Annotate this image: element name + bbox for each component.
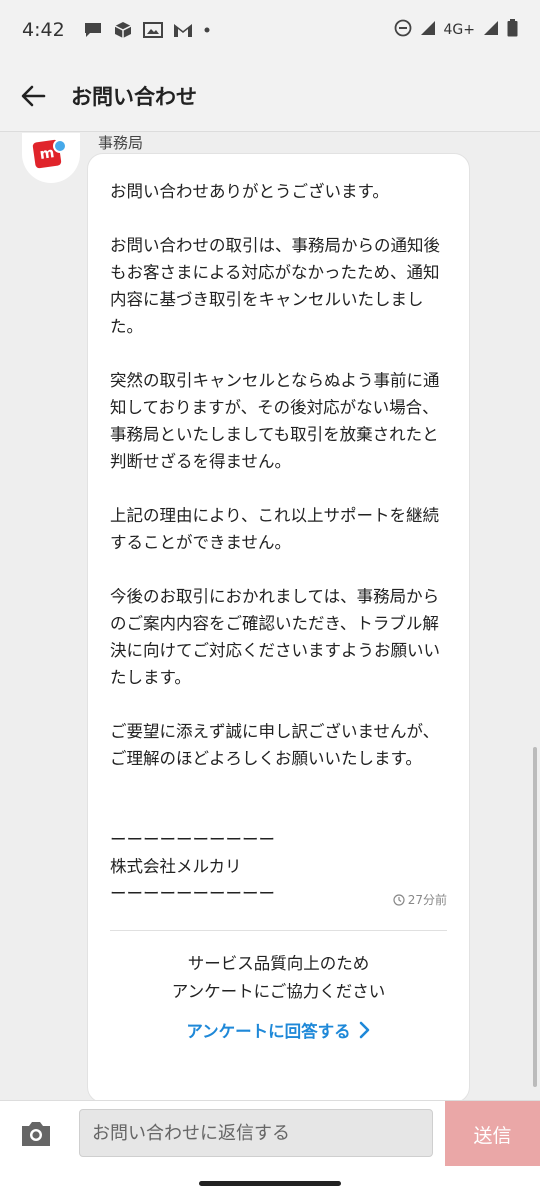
- camera-icon: [22, 1122, 50, 1146]
- message-body: お問い合わせありがとうございます。 お問い合わせの取引は、事務局からの通知後もお…: [110, 182, 440, 903]
- status-bar: 4:42 4G+: [0, 0, 540, 60]
- system-nav-bar: [0, 1166, 540, 1200]
- signal-icon: [420, 20, 436, 40]
- scrollbar[interactable]: [533, 747, 537, 1087]
- chat-area[interactable]: m 事務局 お問い合わせありがとうございます。 お問い合わせの取引は、事務局から…: [0, 133, 540, 1100]
- camera-button[interactable]: [18, 1117, 54, 1151]
- reply-composer: 送信: [0, 1100, 540, 1167]
- network-type: 4G+: [443, 22, 476, 38]
- more-notifications-dot-icon: [203, 21, 211, 39]
- package-icon: [113, 21, 133, 39]
- system-status: 4G+: [394, 19, 519, 41]
- home-indicator[interactable]: [199, 1181, 341, 1186]
- gallery-icon: [142, 21, 163, 39]
- notification-icons: [83, 21, 211, 39]
- reply-input[interactable]: [79, 1109, 433, 1157]
- sender-name: 事務局: [98, 134, 144, 152]
- gmail-icon: [173, 21, 193, 39]
- clock-icon: [393, 893, 405, 906]
- avatar[interactable]: m: [22, 133, 80, 183]
- back-button[interactable]: [3, 66, 63, 126]
- survey-link[interactable]: アンケートに回答する: [88, 1018, 469, 1042]
- survey-line-1: サービス品質向上のため: [187, 954, 370, 973]
- survey-prompt: サービス品質向上のため アンケートにご協力ください: [88, 950, 469, 1006]
- divider: [110, 930, 447, 931]
- chat-bubble-icon: [83, 21, 103, 39]
- signal-secondary-icon: [483, 20, 499, 40]
- message-bubble: お問い合わせありがとうございます。 お問い合わせの取引は、事務局からの通知後もお…: [87, 153, 470, 1100]
- chevron-right-icon: [359, 1021, 369, 1039]
- timestamp-text: 27分前: [407, 893, 447, 907]
- survey-link-label: アンケートに回答する: [186, 1022, 351, 1041]
- send-button[interactable]: 送信: [445, 1101, 540, 1167]
- app-header: お問い合わせ: [0, 60, 540, 132]
- message-timestamp: 27分前: [393, 891, 447, 908]
- status-time: 4:42: [22, 19, 65, 41]
- page-title: お問い合わせ: [71, 84, 197, 109]
- do-not-disturb-icon: [394, 19, 412, 41]
- battery-icon: [507, 19, 518, 41]
- badge-dot-icon: [53, 139, 67, 153]
- back-arrow-icon: [21, 85, 46, 106]
- survey-line-2: アンケートにご協力ください: [171, 982, 386, 1001]
